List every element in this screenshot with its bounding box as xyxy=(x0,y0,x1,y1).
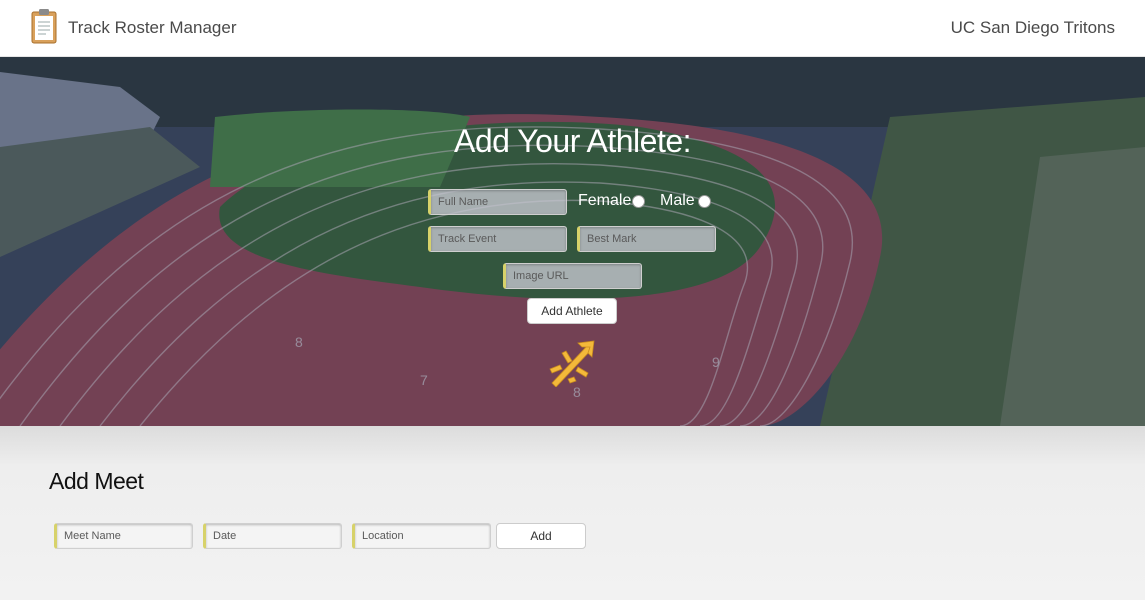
add-meet-button[interactable]: Add xyxy=(496,523,586,549)
meet-location-input[interactable] xyxy=(352,523,491,549)
meet-name-input[interactable] xyxy=(54,523,193,549)
team-name[interactable]: UC San Diego Tritons xyxy=(951,18,1115,38)
app-title[interactable]: Track Roster Manager xyxy=(68,18,236,38)
track-event-input[interactable] xyxy=(428,226,567,252)
male-radio-label: Male xyxy=(660,192,695,209)
add-athlete-button[interactable]: Add Athlete xyxy=(527,298,617,324)
image-url-input[interactable] xyxy=(503,263,642,289)
navbar: Track Roster Manager UC San Diego Triton… xyxy=(0,0,1145,57)
brand[interactable]: Track Roster Manager xyxy=(30,8,236,49)
male-radio[interactable] xyxy=(698,195,711,208)
add-athlete-form: Add Your Athlete: Female Male Add Athlet… xyxy=(0,57,1145,426)
best-mark-input[interactable] xyxy=(577,226,716,252)
trident-logo xyxy=(548,339,598,392)
full-name-input[interactable] xyxy=(428,189,567,215)
add-meet-section: Add Meet Add xyxy=(0,426,1145,600)
add-meet-title: Add Meet xyxy=(49,468,144,494)
add-athlete-title: Add Your Athlete: xyxy=(453,123,692,159)
hero-section: 8 7 8 9 Add Your Athlete: Female Male Ad… xyxy=(0,57,1145,426)
clipboard-icon xyxy=(30,8,58,49)
meet-date-input[interactable] xyxy=(203,523,342,549)
female-radio-label: Female xyxy=(578,192,632,209)
female-radio[interactable] xyxy=(632,195,645,208)
